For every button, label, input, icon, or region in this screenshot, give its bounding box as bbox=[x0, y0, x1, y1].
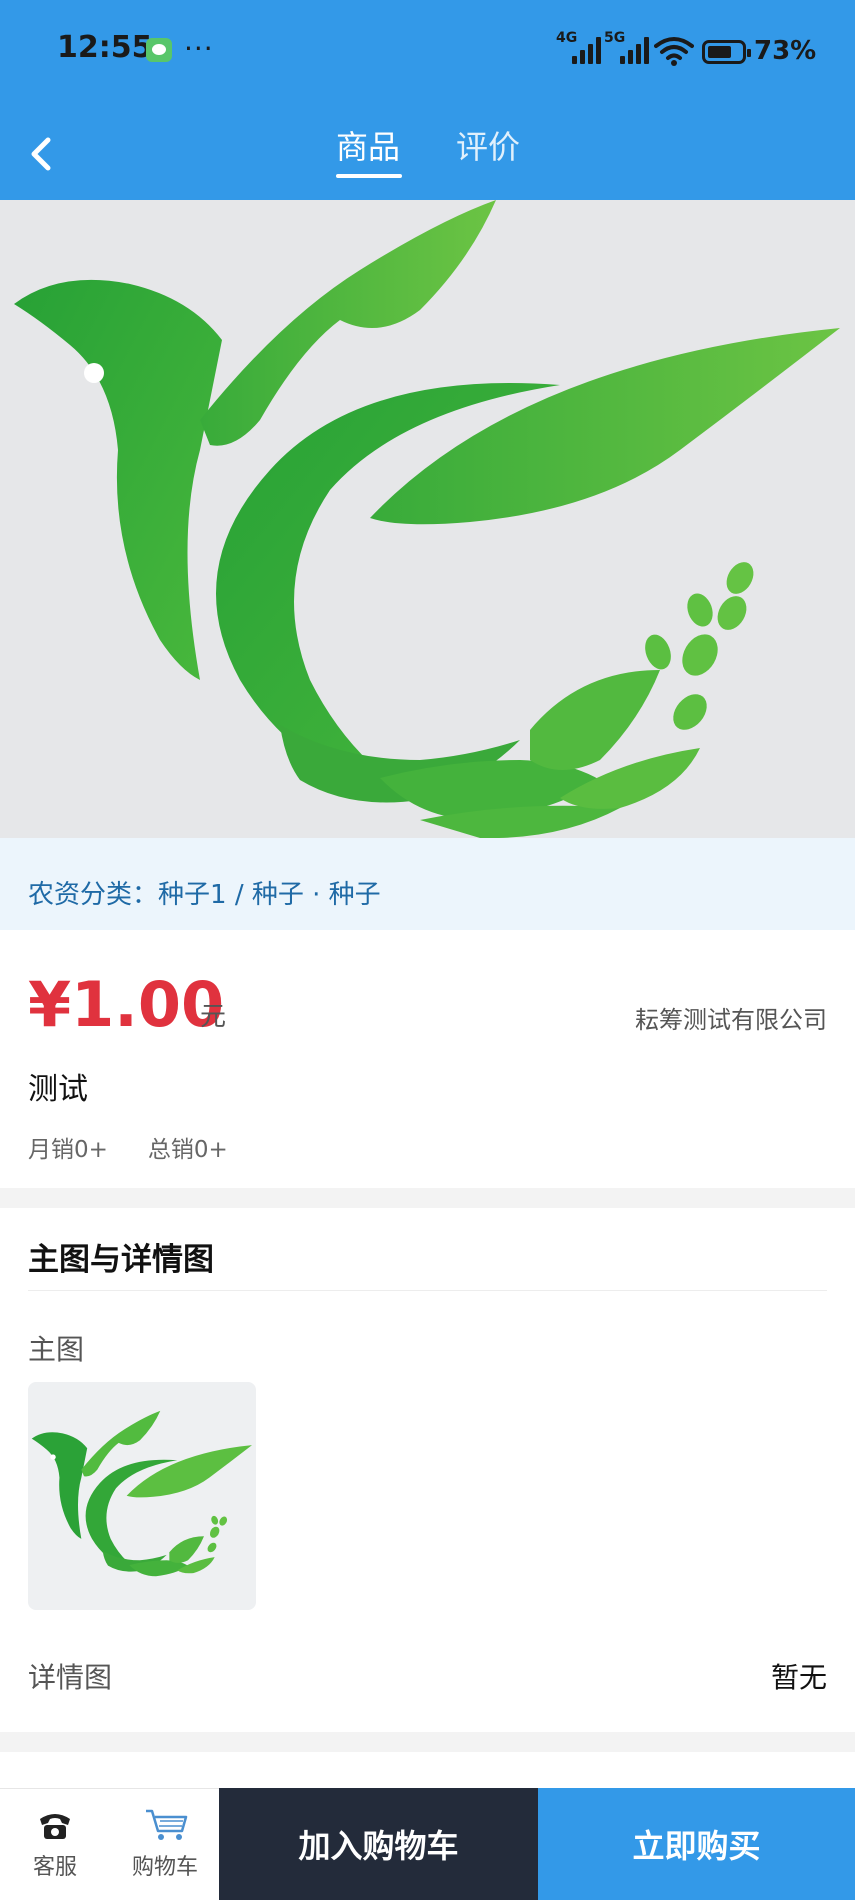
phone-icon bbox=[40, 1814, 70, 1839]
seller-company[interactable]: 耘筹测试有限公司 bbox=[635, 1000, 827, 1035]
signal-icon bbox=[620, 36, 652, 64]
category-value[interactable]: 种子1 / 种子 · 种子 bbox=[158, 880, 381, 910]
cart-button[interactable]: 购物车 bbox=[110, 1789, 220, 1900]
tab-active-indicator bbox=[336, 174, 402, 178]
price-unit: 元 bbox=[200, 1002, 227, 1032]
customer-service-button[interactable]: 客服 bbox=[0, 1789, 110, 1900]
sales-stats: 月销0+ 总销0+ bbox=[28, 1130, 268, 1164]
total-sales: 总销0+ bbox=[147, 1137, 228, 1163]
battery-icon bbox=[702, 40, 751, 64]
images-section: 主图与详情图 主图 详情图 暂无 bbox=[0, 1208, 855, 1732]
detail-image-value: 暂无 bbox=[770, 1661, 827, 1694]
thumbnail-logo-image bbox=[31, 1410, 252, 1577]
main-image-thumbnail[interactable] bbox=[28, 1382, 256, 1610]
status-time: 12:55 bbox=[57, 30, 153, 65]
product-name: 测试 bbox=[28, 1072, 88, 1107]
product-logo-image bbox=[14, 200, 840, 838]
customer-service-label: 客服 bbox=[32, 1855, 77, 1880]
category-label: 农资分类： bbox=[28, 880, 159, 910]
top-bar: 12:55 ··· 4G 5G 73% 商品 评价 bbox=[0, 0, 855, 200]
main-image-label: 主图 bbox=[28, 1333, 85, 1366]
wifi-icon bbox=[654, 37, 694, 66]
add-to-cart-button[interactable]: 加入购物车 bbox=[219, 1788, 538, 1900]
product-hero-image[interactable] bbox=[0, 200, 855, 838]
cart-icon bbox=[146, 1809, 188, 1840]
divider bbox=[28, 1290, 827, 1291]
wechat-icon bbox=[146, 38, 172, 62]
detail-image-label: 详情图 bbox=[28, 1661, 113, 1694]
product-price: ¥1.00 bbox=[28, 968, 225, 1041]
category-bar: 农资分类：种子1 / 种子 · 种子 bbox=[0, 838, 855, 930]
tab-product[interactable]: 商品 bbox=[336, 122, 400, 168]
product-info-card: ¥1.00 元 耘筹测试有限公司 测试 月销0+ 总销0+ bbox=[0, 930, 855, 1188]
tab-reviews[interactable]: 评价 bbox=[456, 122, 520, 168]
battery-percent: 73% bbox=[754, 36, 817, 66]
monthly-sales: 月销0+ bbox=[28, 1137, 108, 1163]
section-title: 主图与详情图 bbox=[28, 1242, 214, 1278]
buy-now-button[interactable]: 立即购买 bbox=[538, 1788, 855, 1900]
back-button[interactable] bbox=[24, 132, 60, 176]
more-notifications: ··· bbox=[184, 32, 214, 65]
cart-label: 购物车 bbox=[131, 1855, 198, 1880]
status-bar: 12:55 ··· 4G 5G 73% bbox=[0, 0, 855, 104]
signal-icon bbox=[572, 36, 604, 64]
